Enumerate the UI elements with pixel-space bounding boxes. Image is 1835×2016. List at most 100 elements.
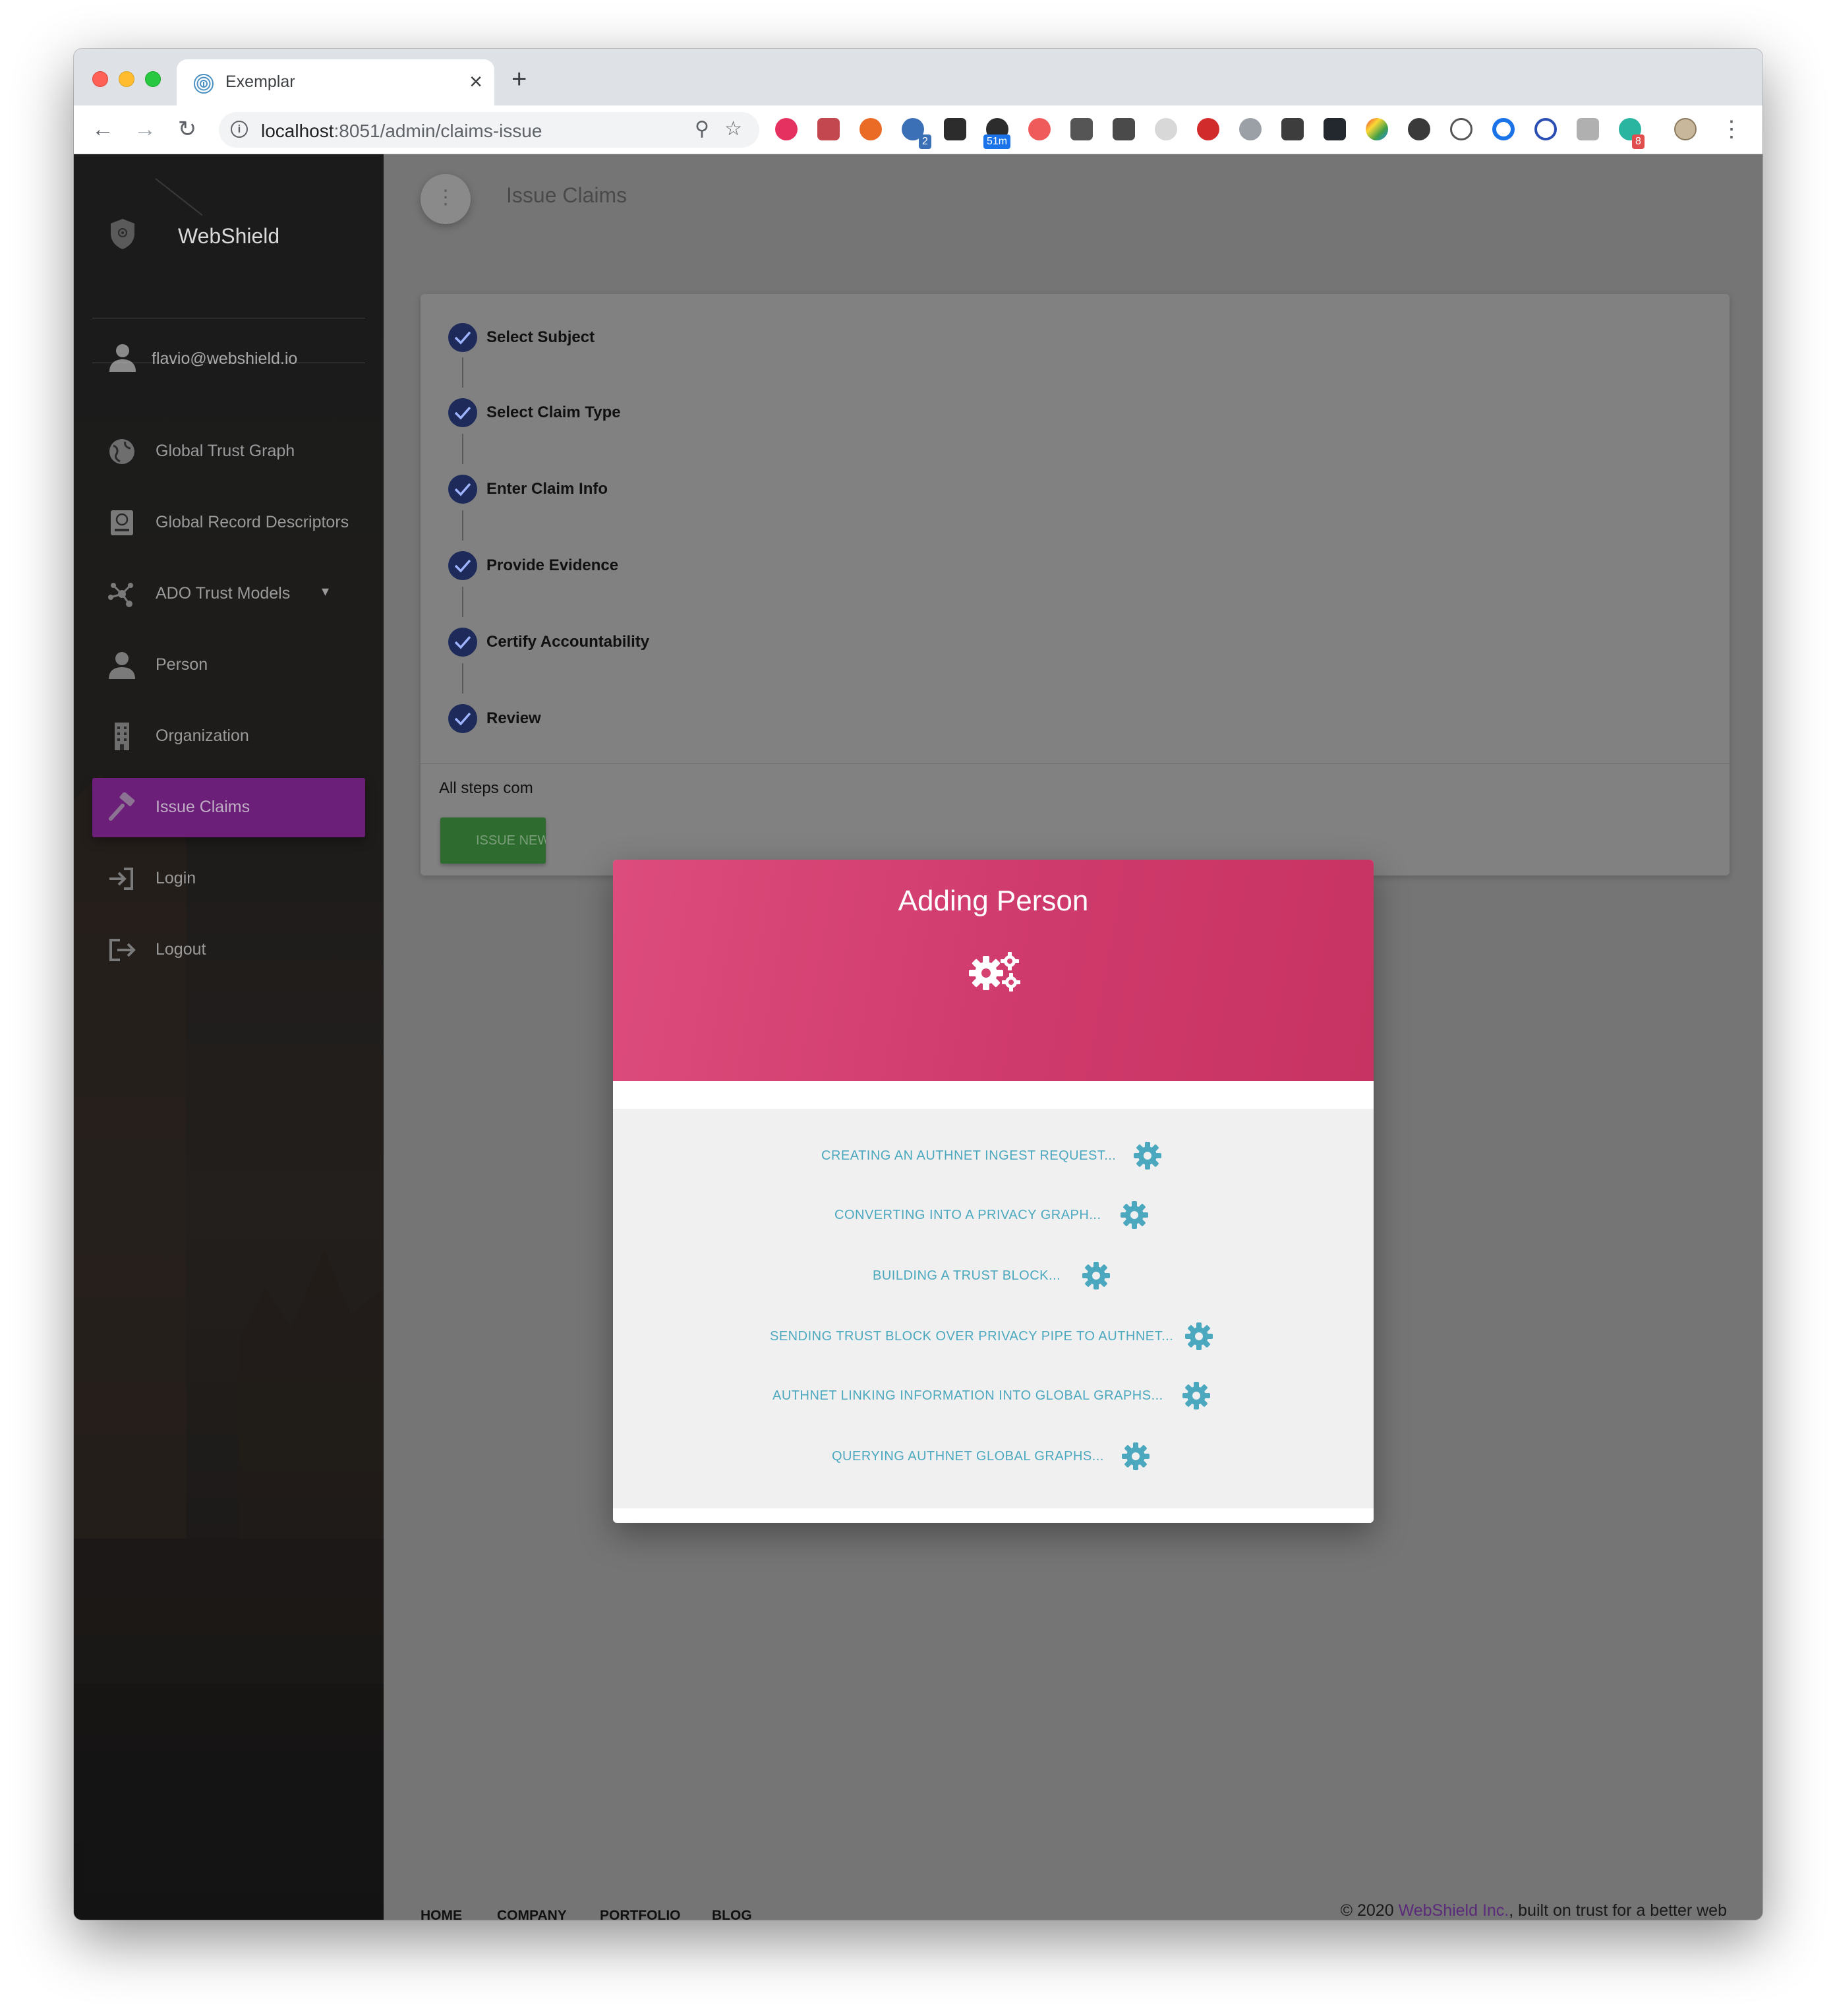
extension-ring-icon[interactable] — [1492, 118, 1515, 140]
maximize-window-button[interactable] — [145, 71, 161, 87]
shield-logo-icon — [111, 219, 134, 249]
extension-screenshot-icon[interactable] — [944, 118, 966, 140]
extension-block-icon[interactable] — [1534, 118, 1557, 140]
user-email: flavio@webshield.io — [152, 349, 298, 368]
extension-lifebuoy-icon[interactable] — [1028, 118, 1051, 140]
footer-link-blog[interactable]: BLOG — [712, 1908, 752, 1920]
extension-code-icon[interactable] — [1113, 118, 1135, 140]
person-icon — [109, 652, 135, 679]
extension-puzzle-icon[interactable] — [817, 118, 840, 140]
sidebar-item-global-record-descriptors[interactable]: Global Record Descriptors — [92, 493, 365, 552]
copyright-link[interactable]: WebShield Inc. — [1399, 1901, 1509, 1920]
reload-icon[interactable]: ↻ — [173, 115, 202, 144]
step-label: Select Claim Type — [486, 403, 621, 421]
sidebar-item-person[interactable]: Person — [92, 636, 365, 695]
new-tab-button[interactable]: + — [511, 66, 527, 92]
close-window-button[interactable] — [92, 71, 108, 87]
sidebar-item-organization[interactable]: Organization — [92, 707, 365, 766]
footer-link-portfolio[interactable]: PORTFOLIO — [600, 1908, 681, 1920]
sidebar-item-login[interactable]: Login — [92, 849, 365, 908]
cog-icon — [1122, 1442, 1150, 1470]
address-bar[interactable]: i localhost:8051/admin/claims-issue ⚲ ☆ — [219, 112, 759, 148]
extension-brackets-icon[interactable] — [1450, 118, 1472, 140]
modal-divider — [613, 1081, 1374, 1109]
extension-orange-icon[interactable] — [859, 118, 882, 140]
check-circle-icon — [448, 475, 477, 504]
sidebar-item-label: Global Trust Graph — [156, 442, 295, 460]
sidebar-item-ado-trust-models[interactable]: ADO Trust Models ▾ — [92, 564, 365, 624]
logout-icon — [109, 939, 136, 961]
adding-person-modal: Adding Person CREATING AN AUTHNET INGEST… — [613, 860, 1374, 1523]
step-label: Review — [486, 709, 541, 727]
extension-puzzle-piece-icon[interactable] — [1281, 118, 1304, 140]
step-label: Provide Evidence — [486, 556, 619, 574]
check-circle-icon — [448, 398, 477, 427]
record-descriptor-icon — [111, 510, 133, 535]
extension-teal-badge: 8 — [1632, 134, 1645, 149]
browser-window: Exemplar × + ← → ↻ i localhost:8051/admi… — [74, 49, 1762, 1920]
extension-qr-icon[interactable] — [1070, 118, 1093, 140]
tab-close-icon[interactable]: × — [469, 69, 482, 95]
profile-avatar[interactable] — [1674, 118, 1697, 140]
extension-sync-icon[interactable] — [1408, 118, 1430, 140]
bookmark-star-icon[interactable]: ☆ — [724, 117, 742, 140]
adblock-icon[interactable] — [1197, 118, 1219, 140]
extension-gray-icon[interactable] — [1155, 118, 1177, 140]
extension-t-icon[interactable] — [775, 118, 798, 140]
site-info-icon[interactable]: i — [231, 121, 248, 138]
extension-dots-icon[interactable] — [1324, 118, 1346, 140]
extension-timer-badge: 51m — [983, 134, 1011, 149]
step-connector — [462, 587, 463, 617]
cog-icon — [1082, 1262, 1110, 1290]
status-text: CONVERTING INTO A PRIVACY GRAPH... — [834, 1208, 1101, 1222]
status-text: CREATING AN AUTHNET INGEST REQUEST... — [821, 1148, 1117, 1163]
minimize-window-button[interactable] — [119, 71, 134, 87]
footer-link-company[interactable]: COMPANY — [497, 1908, 567, 1920]
more-options-button[interactable]: ⋮ — [421, 174, 471, 224]
sidebar-item-issue-claims[interactable]: Issue Claims — [92, 778, 365, 837]
sidebar-item-label: Issue Claims — [156, 798, 250, 816]
user-icon — [109, 344, 136, 372]
back-icon[interactable]: ← — [88, 115, 117, 144]
browser-tab[interactable]: Exemplar × — [177, 59, 494, 105]
login-icon — [109, 868, 133, 890]
footer-link-home[interactable]: HOME — [421, 1908, 462, 1920]
extension-color-icon[interactable] — [1366, 118, 1388, 140]
sidebar-item-label: Login — [156, 869, 196, 887]
sidebar-item-label: Person — [156, 655, 208, 674]
network-icon — [108, 583, 133, 607]
modal-header: Adding Person — [613, 860, 1374, 1081]
cog-icon — [1185, 1322, 1213, 1350]
extension-hexagon-icon[interactable] — [1239, 118, 1262, 140]
check-circle-icon — [448, 704, 477, 733]
forward-icon[interactable]: → — [131, 115, 160, 144]
gavel-icon — [109, 792, 135, 821]
more-vert-icon: ⋮ — [436, 187, 455, 208]
step-label: Select Subject — [486, 328, 595, 346]
cog-icon — [1134, 1142, 1161, 1170]
status-text: BUILDING A TRUST BLOCK... — [873, 1268, 1061, 1283]
tab-strip: Exemplar × + — [74, 49, 1762, 105]
status-text: QUERYING AUTHNET GLOBAL GRAPHS... — [832, 1449, 1104, 1464]
zoom-icon[interactable]: ⚲ — [695, 117, 709, 140]
status-row: QUERYING AUTHNET GLOBAL GRAPHS... — [613, 1441, 1374, 1473]
sidebar-item-label: Logout — [156, 940, 206, 959]
sidebar-item-label: ADO Trust Models — [156, 584, 291, 603]
sidebar: WebShield flavio@webshield.io Global Tru… — [74, 154, 384, 1920]
issue-new-button[interactable]: ISSUE NEW — [440, 817, 546, 864]
sidebar-user[interactable]: flavio@webshield.io — [92, 339, 365, 378]
browser-menu-icon[interactable]: ⋮ — [1720, 117, 1743, 141]
page: WebShield flavio@webshield.io Global Tru… — [74, 154, 1762, 1920]
sidebar-item-global-trust-graph[interactable]: Global Trust Graph — [92, 422, 365, 481]
sidebar-item-logout[interactable]: Logout — [92, 920, 365, 980]
chevron-down-icon[interactable]: ▾ — [322, 583, 329, 600]
copyright: © 2020 WebShield Inc., built on trust fo… — [1340, 1901, 1727, 1920]
dropbox-icon[interactable] — [1577, 118, 1599, 140]
fingerprint-icon — [194, 74, 214, 94]
check-circle-icon — [448, 628, 477, 657]
sidebar-item-label: Global Record Descriptors — [156, 513, 349, 531]
status-text: AUTHNET LINKING INFORMATION INTO GLOBAL … — [772, 1388, 1163, 1403]
browser-toolbar: ← → ↻ i localhost:8051/admin/claims-issu… — [74, 105, 1762, 154]
sidebar-item-label: Organization — [156, 726, 249, 745]
step-label: Enter Claim Info — [486, 480, 608, 498]
